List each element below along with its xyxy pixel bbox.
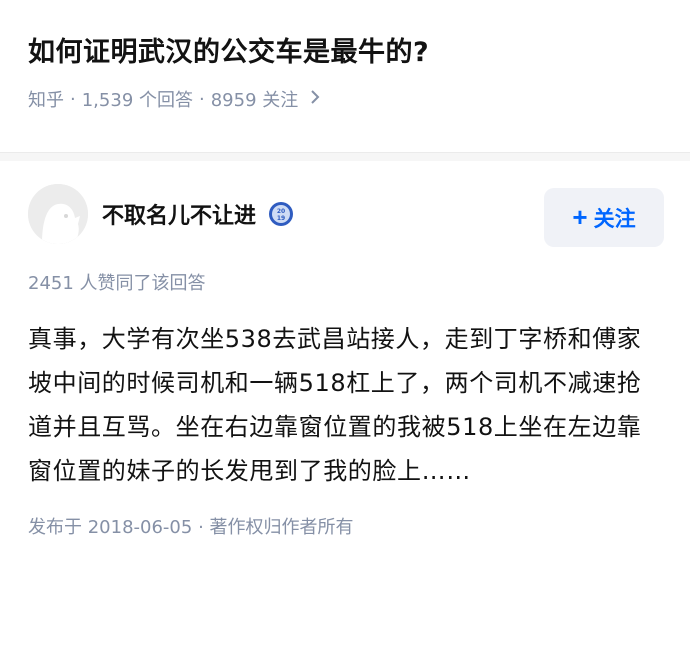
question-header: 如何证明武汉的公交车是最牛的? 知乎 · 1,539 个回答 · 8959 关注 [0, 0, 690, 152]
author-name[interactable]: 不取名儿不让进 [102, 198, 256, 230]
source-label: 知乎 [28, 90, 64, 111]
answer-footer: 发布于 2018-06-05 · 著作权归作者所有 [28, 513, 662, 539]
svg-text:19: 19 [277, 215, 285, 222]
follow-button-label: 关注 [593, 207, 636, 231]
answer-count: 1,539 个回答 [81, 90, 193, 111]
chevron-right-icon[interactable] [310, 89, 320, 110]
plus-icon: + [572, 202, 588, 232]
follow-count: 8959 关注 [210, 90, 299, 111]
answer-card: 不取名儿不让进 20 19 + 关注 2451 人赞同了该回答 真事，大学有次坐… [0, 161, 690, 539]
meta-separator: · [199, 88, 205, 110]
follow-button[interactable]: + 关注 [544, 188, 664, 247]
question-meta[interactable]: 知乎 · 1,539 个回答 · 8959 关注 [28, 86, 662, 112]
answer-content[interactable]: 真事，大学有次坐538去武昌站接人，走到丁字桥和傅家坡中间的时候司机和一辆518… [28, 317, 664, 493]
copyright-notice: 著作权归作者所有 [209, 517, 354, 538]
question-title[interactable]: 如何证明武汉的公交车是最牛的? [28, 34, 662, 72]
zhihu-2019-badge-icon: 20 19 [268, 201, 294, 227]
badge-text: 20 [277, 208, 285, 215]
likes-count: 2451 人赞同了该回答 [28, 273, 206, 294]
meta-separator: · [70, 88, 76, 110]
footer-separator: · [198, 517, 210, 538]
published-date: 发布于 2018-06-05 [28, 517, 193, 538]
avatar[interactable] [28, 184, 88, 244]
section-divider [0, 152, 690, 161]
